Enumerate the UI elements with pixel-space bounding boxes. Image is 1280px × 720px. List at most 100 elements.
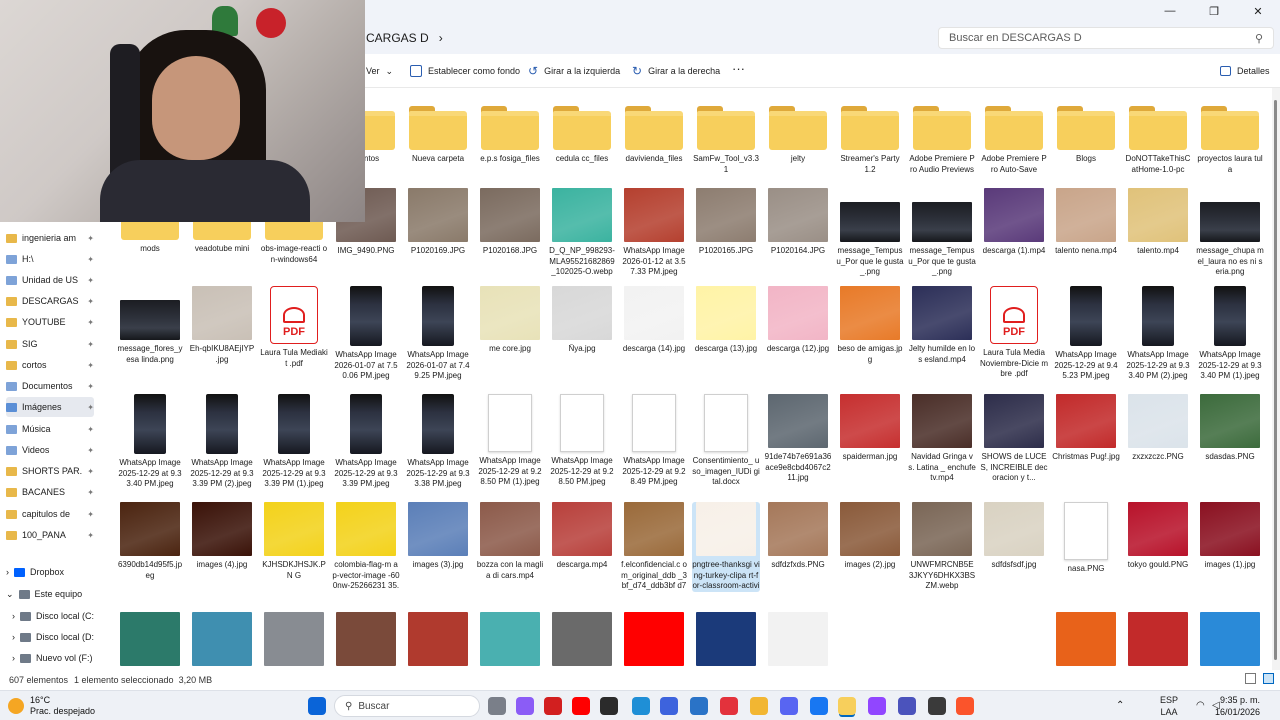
chevron-right-icon[interactable]: › bbox=[439, 31, 443, 45]
file-item[interactable]: images (1).jpg bbox=[1196, 502, 1264, 571]
file-item[interactable]: davivienda_files bbox=[620, 98, 688, 165]
sidebar-item[interactable]: Música ✦ bbox=[6, 419, 94, 439]
search-input[interactable]: Buscar en DESCARGAS D ⚲ bbox=[938, 27, 1274, 49]
sidebar-item[interactable]: capitulos de ✦ bbox=[6, 504, 94, 524]
file-item[interactable]: cedula cc_files bbox=[548, 98, 616, 165]
chevron-right-icon[interactable]: › bbox=[12, 611, 15, 621]
file-explorer-icon[interactable] bbox=[838, 697, 856, 715]
tree-item[interactable]: › Disco local (D: bbox=[12, 627, 100, 647]
file-item[interactable]: message_flores_y esa linda.png bbox=[116, 286, 184, 365]
file-item[interactable]: WhatsApp Image 2025-12-29 at 9.33.40 PM … bbox=[1196, 286, 1264, 382]
file-item[interactable]: WhatsApp Image 2025-12-29 at 9.33.38 PM.… bbox=[404, 394, 472, 490]
file-item[interactable]: sdasdas.PNG bbox=[1196, 394, 1264, 463]
sidebar-item[interactable]: SIG ✦ bbox=[6, 334, 94, 354]
task-view-icon[interactable] bbox=[488, 697, 506, 715]
file-item[interactable]: descarga (12).jpg bbox=[764, 286, 832, 355]
tree-item[interactable]: › Nuevo vol (F:) bbox=[12, 648, 100, 668]
breadcrumb[interactable]: CARGAS D › bbox=[366, 28, 443, 48]
file-item[interactable]: descarga (14).jpg bbox=[620, 286, 688, 355]
file-item[interactable]: Christmas Pug!.jpg bbox=[1052, 394, 1120, 463]
sidebar-item[interactable]: Documentos ✦ bbox=[6, 376, 94, 396]
file-item[interactable]: sdfdzfxds.PNG bbox=[764, 502, 832, 571]
language-indicator[interactable]: ESP LAA bbox=[1160, 694, 1178, 718]
file-item[interactable]: Nueva carpeta bbox=[404, 98, 472, 165]
file-item[interactable]: talento nena.mp4 bbox=[1052, 188, 1120, 257]
file-item[interactable]: message_chupa mel_laura no es ni seria.p… bbox=[1196, 188, 1264, 278]
pin-icon[interactable]: ✦ bbox=[87, 318, 94, 327]
image-thumbnail[interactable] bbox=[1128, 612, 1188, 666]
file-item[interactable]: D_Q_NP_998293-MLA95521682869_102025-O.we… bbox=[548, 188, 616, 278]
breadcrumb-current[interactable]: CARGAS D bbox=[366, 31, 429, 45]
teams-icon[interactable] bbox=[898, 697, 916, 715]
image-thumbnail[interactable] bbox=[984, 612, 1044, 666]
file-item[interactable]: descarga (13).jpg bbox=[692, 286, 760, 355]
tree-item[interactable]: ⌄ Este equipo bbox=[6, 584, 94, 604]
file-item[interactable]: jelty bbox=[764, 98, 832, 165]
file-item[interactable]: images (2).jpg bbox=[836, 502, 904, 571]
file-item[interactable]: WhatsApp Image 2025-12-29 at 9.33.39 PM … bbox=[188, 394, 256, 490]
weather-widget[interactable]: 16°C Prac. despejado bbox=[8, 695, 95, 717]
file-item[interactable]: 6390db14d95f5.jp eg bbox=[116, 502, 184, 581]
file-item[interactable]: Adobe Premiere Pro Audio Previews bbox=[908, 98, 976, 175]
file-item[interactable]: images (3).jpg bbox=[404, 502, 472, 571]
rotate-left-button[interactable]: ↺ Girar a la izquierda bbox=[528, 63, 620, 79]
start-button-icon[interactable] bbox=[308, 697, 326, 715]
file-item[interactable]: descarga (1).mp4 bbox=[980, 188, 1048, 257]
file-item[interactable]: WhatsApp Image 2025-12-29 at 9.33.40 PM.… bbox=[116, 394, 184, 490]
file-item[interactable]: Adobe Premiere Pro Auto-Save bbox=[980, 98, 1048, 175]
file-item[interactable]: WhatsApp Image 2026-01-07 at 7.49.25 PM.… bbox=[404, 286, 472, 382]
image-thumbnail[interactable] bbox=[840, 612, 900, 666]
image-thumbnail[interactable] bbox=[624, 612, 684, 666]
file-item[interactable]: e.p.s fosiga_files bbox=[476, 98, 544, 165]
image-thumbnail[interactable] bbox=[768, 612, 828, 666]
file-item[interactable]: SHOWS de LUCES, INCREIBLE decoracion y t… bbox=[980, 394, 1048, 484]
file-item[interactable]: images (4).jpg bbox=[188, 502, 256, 571]
file-item[interactable]: P1020169.JPG bbox=[404, 188, 472, 257]
image-thumbnail[interactable] bbox=[336, 612, 396, 666]
opera-icon[interactable] bbox=[720, 697, 738, 715]
file-item[interactable]: me core.jpg bbox=[476, 286, 544, 355]
edge-icon[interactable] bbox=[632, 697, 650, 715]
copilot-icon[interactable] bbox=[516, 697, 534, 715]
file-item[interactable]: Blogs bbox=[1052, 98, 1120, 165]
tiktok-icon[interactable] bbox=[600, 697, 618, 715]
close-button[interactable]: ✕ bbox=[1236, 0, 1280, 22]
details-view-icon[interactable] bbox=[1245, 673, 1256, 684]
file-item[interactable]: nasa.PNG bbox=[1052, 502, 1120, 575]
app-icon[interactable] bbox=[660, 697, 678, 715]
sidebar-item[interactable]: Videos ✦ bbox=[6, 440, 94, 460]
file-item[interactable]: 91de74b7e691a36 ace9e8cbd4067c2 11.jpg bbox=[764, 394, 832, 484]
sidebar-item[interactable]: DESCARGAS ✦ bbox=[6, 291, 94, 311]
file-item[interactable]: P1020165.JPG bbox=[692, 188, 760, 257]
pin-icon[interactable]: ✦ bbox=[87, 297, 94, 306]
file-item[interactable]: WhatsApp Image 2025-12-29 at 9.28.50 PM.… bbox=[548, 394, 616, 488]
file-item[interactable]: message_Tempus u_Por que te gusta_.png bbox=[908, 188, 976, 278]
file-item[interactable]: colombia-flag-m ap-vector-image -600nw-2… bbox=[332, 502, 400, 592]
file-item[interactable]: sdfdsfsdf.jpg bbox=[980, 502, 1048, 571]
sidebar-item[interactable]: SHORTS PAR. ✦ bbox=[6, 461, 94, 481]
file-item[interactable]: zxzxzczc.PNG bbox=[1124, 394, 1192, 463]
set-background-button[interactable]: Establecer como fondo bbox=[410, 63, 520, 79]
sidebar-item[interactable]: cortos ✦ bbox=[6, 355, 94, 375]
pin-icon[interactable]: ✦ bbox=[87, 255, 94, 264]
file-item[interactable]: pngtree-thanksgi ving-turkey-clipa rt-fo… bbox=[692, 502, 760, 592]
file-item[interactable]: Streamer's Party 1.2 bbox=[836, 98, 904, 175]
pin-icon[interactable]: ✦ bbox=[87, 425, 94, 434]
image-thumbnail[interactable] bbox=[264, 612, 324, 666]
pin-icon[interactable]: ✦ bbox=[87, 467, 94, 476]
scrollbar-thumb[interactable] bbox=[1274, 100, 1277, 660]
sidebar-item[interactable]: 100_PANA ✦ bbox=[6, 525, 94, 545]
minimize-button[interactable]: — bbox=[1148, 0, 1192, 22]
app-icon[interactable] bbox=[868, 697, 886, 715]
wifi-icon[interactable]: ◠ bbox=[1196, 700, 1205, 711]
image-thumbnail[interactable] bbox=[696, 612, 756, 666]
file-item[interactable]: beso de amigas.jpg bbox=[836, 286, 904, 365]
image-thumbnail[interactable] bbox=[912, 612, 972, 666]
pin-icon[interactable]: ✦ bbox=[87, 234, 94, 243]
netflix-icon[interactable] bbox=[544, 697, 562, 715]
sidebar-item[interactable]: BACANES ✦ bbox=[6, 482, 94, 502]
chrome-icon[interactable] bbox=[750, 697, 768, 715]
file-item[interactable]: descarga.mp4 bbox=[548, 502, 616, 571]
more-options-button[interactable]: ··· bbox=[732, 60, 745, 76]
file-item[interactable]: message_Tempus u_Por que le gusta_.png bbox=[836, 188, 904, 278]
